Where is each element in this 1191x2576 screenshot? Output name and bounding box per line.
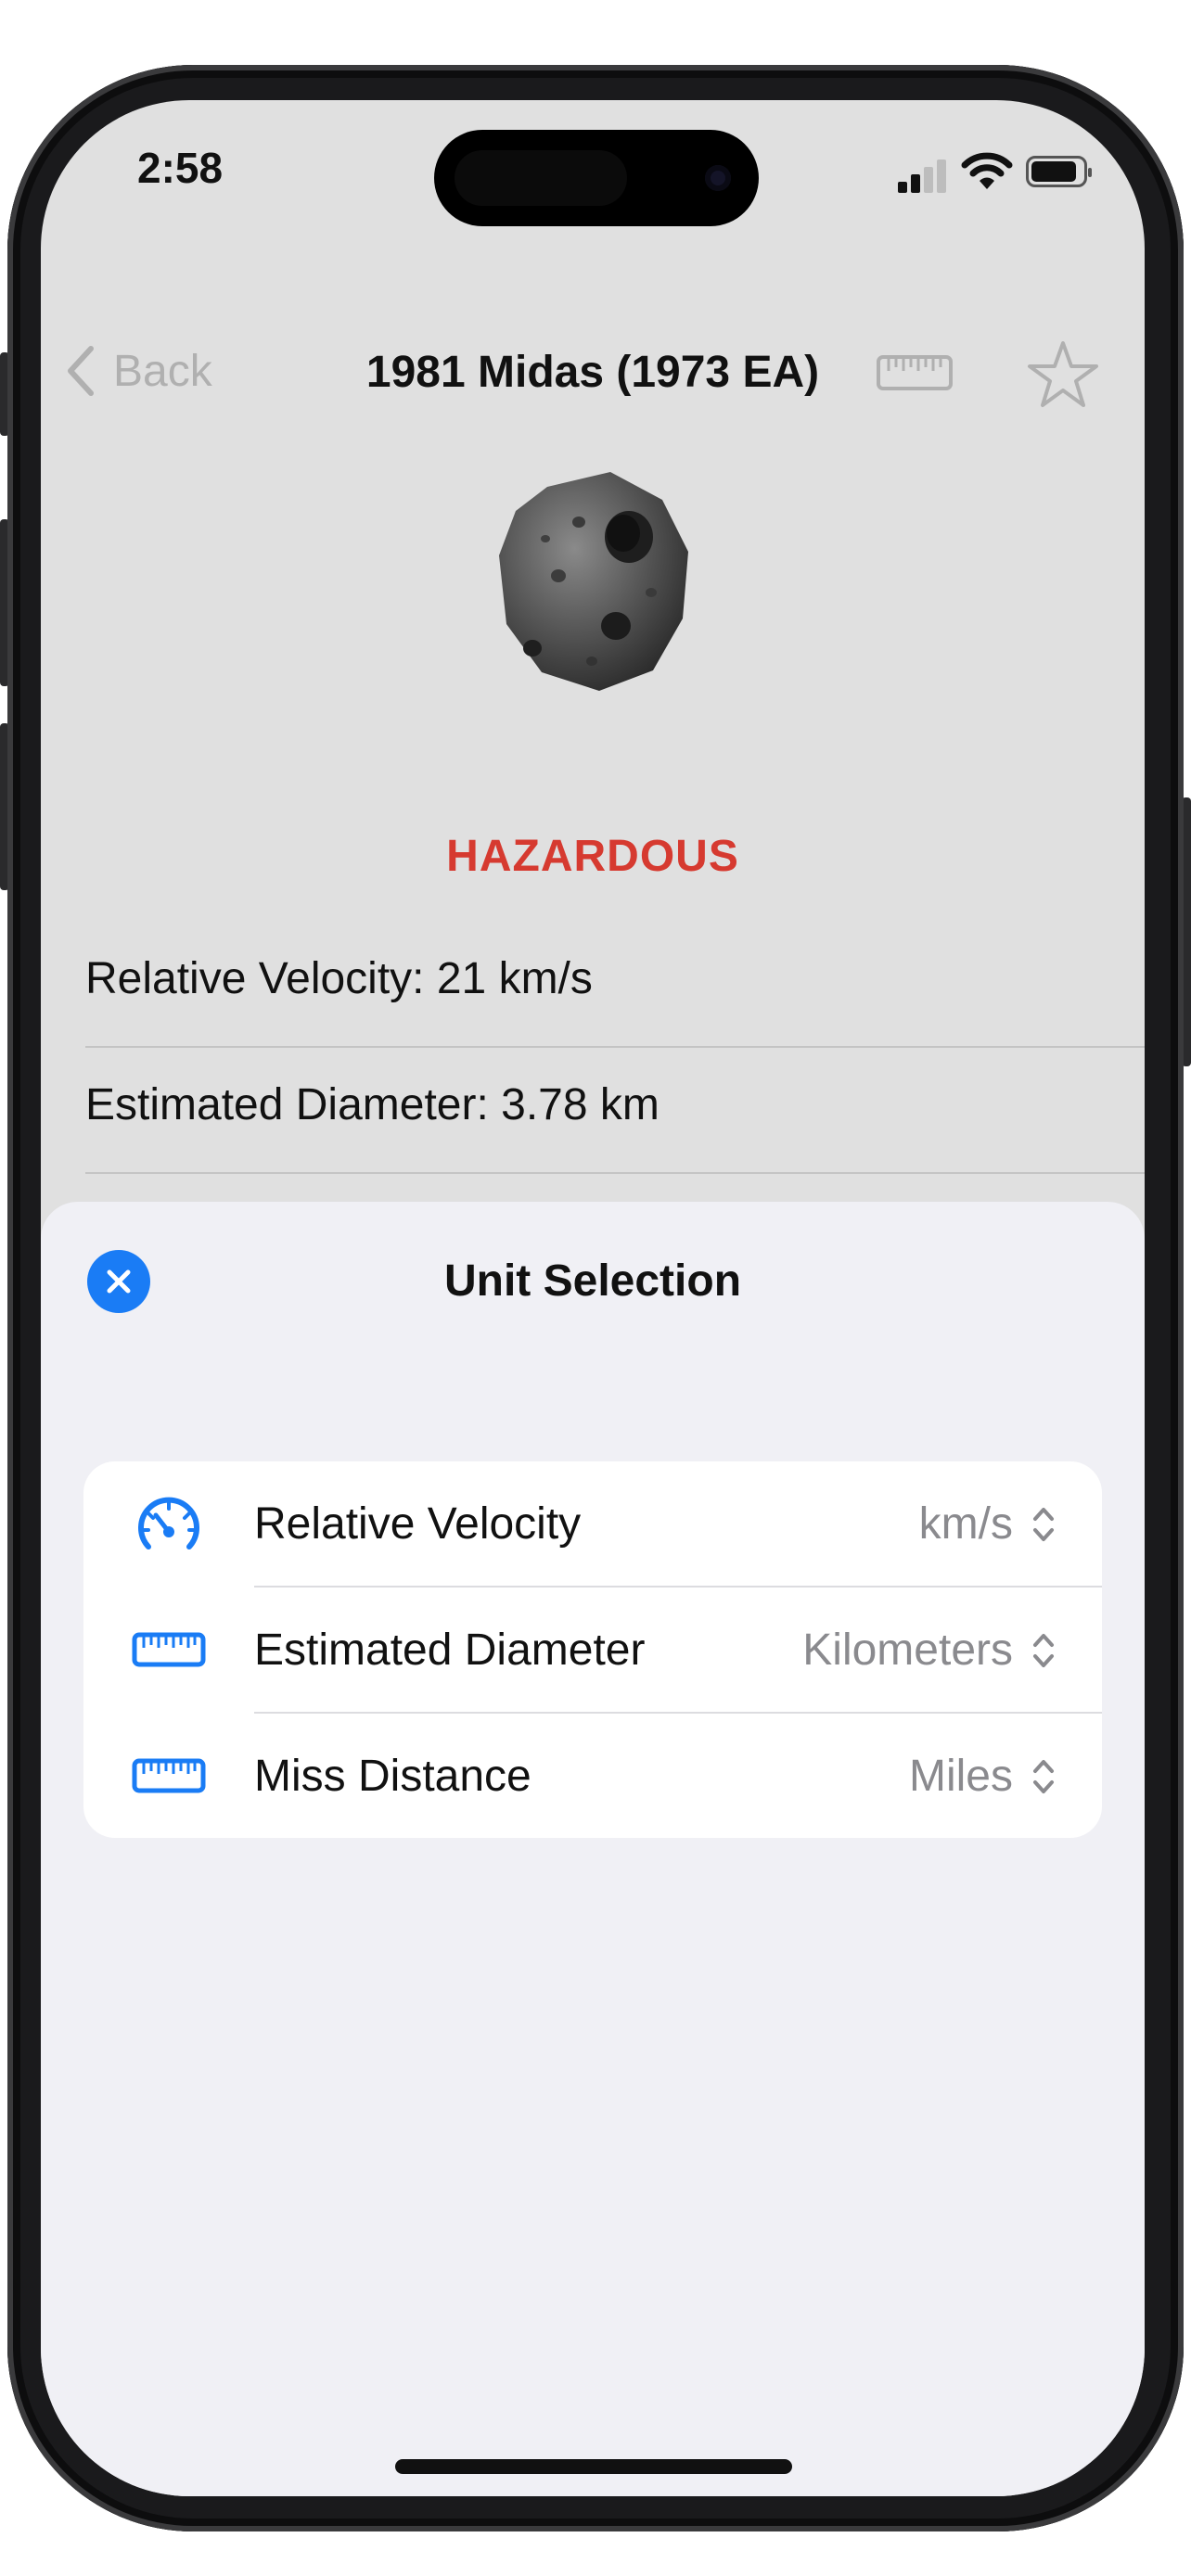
divider — [85, 1172, 1145, 1174]
chevron-up-down-icon — [1033, 1508, 1054, 1541]
dynamic-island — [434, 130, 759, 226]
hazard-label: HAZARDOUS — [446, 832, 739, 881]
status-time: 2:58 — [137, 144, 224, 192]
unit-picker-value[interactable]: Kilometers — [802, 1625, 1013, 1676]
divider — [85, 1046, 1145, 1048]
star-icon[interactable] — [1026, 338, 1100, 412]
unit-picker-value[interactable]: Miles — [909, 1751, 1013, 1802]
unit-selection-sheet: Unit Selection Relative Velocity km/s Es… — [41, 1202, 1145, 2496]
sheet-title: Unit Selection — [443, 1256, 742, 1306]
unit-row-miss-distance[interactable]: Miss Distance Miles — [83, 1714, 1102, 1838]
navigation-bar: Back 1981 Midas (1973 EA) — [41, 323, 1145, 425]
velocity-info: Relative Velocity: 21 km/s — [85, 954, 593, 1003]
home-indicator[interactable] — [395, 2459, 792, 2474]
ruler-icon — [132, 1632, 206, 1667]
unit-row-label: Estimated Diameter — [254, 1626, 646, 1675]
camera-icon — [705, 165, 731, 191]
chevron-up-down-icon — [1033, 1760, 1054, 1793]
wifi-icon — [961, 152, 1013, 189]
unit-row-estimated-diameter[interactable]: Estimated Diameter Kilometers — [83, 1588, 1102, 1712]
asteroid-image — [499, 472, 688, 691]
unit-row-label: Miss Distance — [254, 1752, 531, 1801]
ruler-icon — [132, 1758, 206, 1793]
unit-settings-list: Relative Velocity km/s Estimated Diamete… — [83, 1461, 1102, 1838]
diameter-info: Estimated Diameter: 3.78 km — [85, 1080, 660, 1129]
status-bar: 2:58 — [41, 100, 1145, 249]
screen: 2:58 Back 1981 Midas (1973 EA) HAZARDOUS… — [41, 100, 1145, 2496]
speedometer-icon — [138, 1497, 199, 1549]
unit-picker-value[interactable]: km/s — [919, 1498, 1013, 1549]
cellular-signal-icon — [898, 156, 950, 193]
page-title: 1981 Midas (1973 EA) — [365, 348, 820, 397]
unit-row-relative-velocity[interactable]: Relative Velocity km/s — [83, 1461, 1102, 1586]
unit-row-label: Relative Velocity — [254, 1499, 582, 1549]
chevron-up-down-icon — [1033, 1634, 1054, 1667]
battery-icon — [1026, 156, 1092, 187]
ruler-icon[interactable] — [876, 352, 954, 395]
